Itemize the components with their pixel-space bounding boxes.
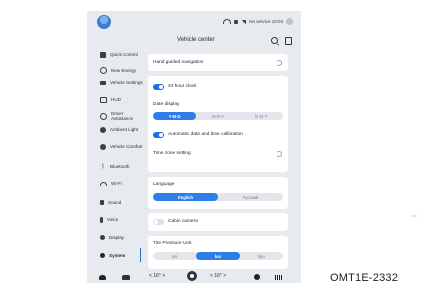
image-caption: OMT1E-2332: [330, 272, 399, 284]
right-temp-value: 16°: [214, 273, 222, 279]
sidebar-item-label: Bluetooth: [110, 164, 130, 170]
vehicle-settings-icon: [100, 80, 106, 85]
sidebar-item-label: Sound: [108, 200, 122, 205]
sidebar-item-label: Wi-Fi: [111, 181, 122, 186]
user-avatar-icon[interactable]: [97, 15, 111, 29]
refresh-icon[interactable]: [276, 60, 282, 66]
language-label: Language: [153, 182, 175, 187]
fan-icon[interactable]: [187, 271, 197, 281]
signal-status-icon: [241, 19, 247, 24]
bluetooth-icon: ᛒ: [101, 164, 105, 170]
vehicle-comfort-icon: [100, 144, 106, 150]
left-temp-value: 16°: [153, 273, 161, 279]
clock-24-label: 24 hour clock: [168, 84, 197, 89]
sidebar: Quick Control New Energy Vehicle Setting…: [87, 49, 143, 269]
defrost-icon[interactable]: [275, 275, 283, 280]
wifi-status-icon: [223, 19, 232, 24]
status-icons: No service 10:04: [223, 18, 293, 25]
car-screen: No service 10:04 Vehicle center Quick Co…: [87, 11, 301, 283]
system-icon: [100, 253, 105, 259]
date-format-selector: Y-M-D M-D-Y D-M-Y: [153, 112, 283, 120]
cabin-camera-label: Cabin camera: [168, 219, 198, 224]
refresh-icon[interactable]: [276, 151, 282, 157]
date-format-option[interactable]: D-M-Y: [240, 112, 283, 120]
hand-guided-card[interactable]: Hand guided navigation: [148, 54, 288, 71]
sidebar-item-label: Vehicle Settings: [110, 80, 143, 85]
left-temp-control[interactable]: < 16° >: [149, 273, 165, 279]
tire-unit-option[interactable]: kpa: [240, 252, 283, 260]
sidebar-item-hud[interactable]: HUD: [87, 97, 143, 103]
tire-unit-option[interactable]: bar: [196, 252, 240, 260]
lock-status-icon: [234, 19, 239, 24]
page-header: Vehicle center: [143, 33, 301, 49]
page-title: Vehicle center: [177, 37, 215, 43]
cabin-camera-toggle[interactable]: [153, 219, 164, 225]
date-display-label: Date display: [153, 102, 180, 107]
settings-panel: Hand guided navigation 24 hour clock Dat…: [143, 49, 301, 271]
cabin-camera-card: Cabin camera: [148, 213, 288, 231]
language-card: Language English Русский: [148, 177, 288, 209]
driver-assistance-icon: [100, 112, 107, 120]
sidebar-item-label: Vehicle Comfort: [110, 144, 143, 150]
time-zone-label[interactable]: Time zone setting: [153, 151, 191, 156]
auto-time-label: Automatic date and time calibration: [168, 132, 243, 137]
date-format-option[interactable]: M-D-Y: [196, 112, 239, 120]
sidebar-item-voice[interactable]: Voice: [87, 217, 143, 223]
sidebar-item-label: System: [109, 253, 126, 258]
hud-icon: [100, 97, 107, 103]
screen-edge-marker: [411, 215, 417, 217]
tire-unit-option[interactable]: psi: [153, 252, 196, 260]
sidebar-item-system[interactable]: System: [87, 247, 143, 263]
sidebar-item-bluetooth[interactable]: ᛒ Bluetooth: [87, 164, 143, 170]
status-text: No service 10:04: [249, 19, 283, 24]
right-temp-control[interactable]: < 16° >: [210, 273, 226, 279]
sidebar-item-label: HUD: [111, 97, 121, 103]
sidebar-item-quick-control[interactable]: Quick Control: [87, 52, 143, 58]
tire-pressure-card: Tire Pressure Unit psi bar kpa: [148, 236, 288, 269]
tire-unit-selector: psi bar kpa: [153, 252, 283, 260]
search-icon[interactable]: [271, 37, 278, 44]
language-option[interactable]: Русский: [218, 193, 283, 201]
sidebar-item-ambient-light[interactable]: Ambient Light: [87, 127, 143, 133]
sidebar-item-display[interactable]: Display: [87, 235, 143, 241]
profile-status-icon[interactable]: [286, 18, 293, 25]
language-option[interactable]: English: [153, 193, 218, 201]
sidebar-item-new-energy[interactable]: New Energy: [87, 67, 143, 74]
home-icon[interactable]: [99, 275, 106, 280]
sidebar-item-label: Ambient Light: [110, 127, 139, 133]
auto-time-toggle[interactable]: [153, 132, 164, 138]
sidebar-item-label: Quick Control: [110, 52, 138, 58]
ambient-light-icon: [100, 127, 106, 133]
sidebar-item-label: Display: [109, 235, 125, 240]
quick-control-icon: [100, 52, 106, 58]
display-icon: [100, 235, 105, 241]
hand-guided-label: Hand guided navigation: [153, 60, 204, 65]
sidebar-item-label: Driver Assistance: [111, 111, 134, 122]
sound-icon: [100, 200, 104, 206]
voice-icon: [100, 217, 103, 223]
document-icon[interactable]: [285, 37, 292, 45]
sidebar-item-driver-assistance[interactable]: Driver Assistance: [87, 111, 143, 121]
seat-heat-icon[interactable]: [254, 274, 260, 280]
sidebar-item-label: New Energy: [111, 67, 137, 73]
clock-24-toggle[interactable]: [153, 84, 164, 90]
time-settings-card: 24 hour clock Date display Y-M-D M-D-Y D…: [148, 76, 288, 172]
language-selector: English Русский: [153, 193, 283, 201]
status-bar: No service 10:04: [87, 11, 301, 33]
sidebar-item-sound[interactable]: Sound: [87, 200, 143, 206]
wifi-icon: [100, 181, 107, 186]
sidebar-item-wifi[interactable]: Wi-Fi: [87, 181, 143, 186]
date-format-option[interactable]: Y-M-D: [153, 112, 197, 120]
climate-bar: < 16° > < 16° >: [87, 271, 301, 283]
tire-pressure-label: Tire Pressure Unit: [153, 241, 192, 246]
new-energy-icon: [100, 67, 107, 74]
sidebar-item-vehicle-comfort[interactable]: Vehicle Comfort: [87, 144, 143, 150]
sidebar-item-label: Voice: [107, 217, 119, 223]
sidebar-item-vehicle-settings[interactable]: Vehicle Settings: [87, 80, 143, 85]
car-icon[interactable]: [122, 275, 130, 280]
